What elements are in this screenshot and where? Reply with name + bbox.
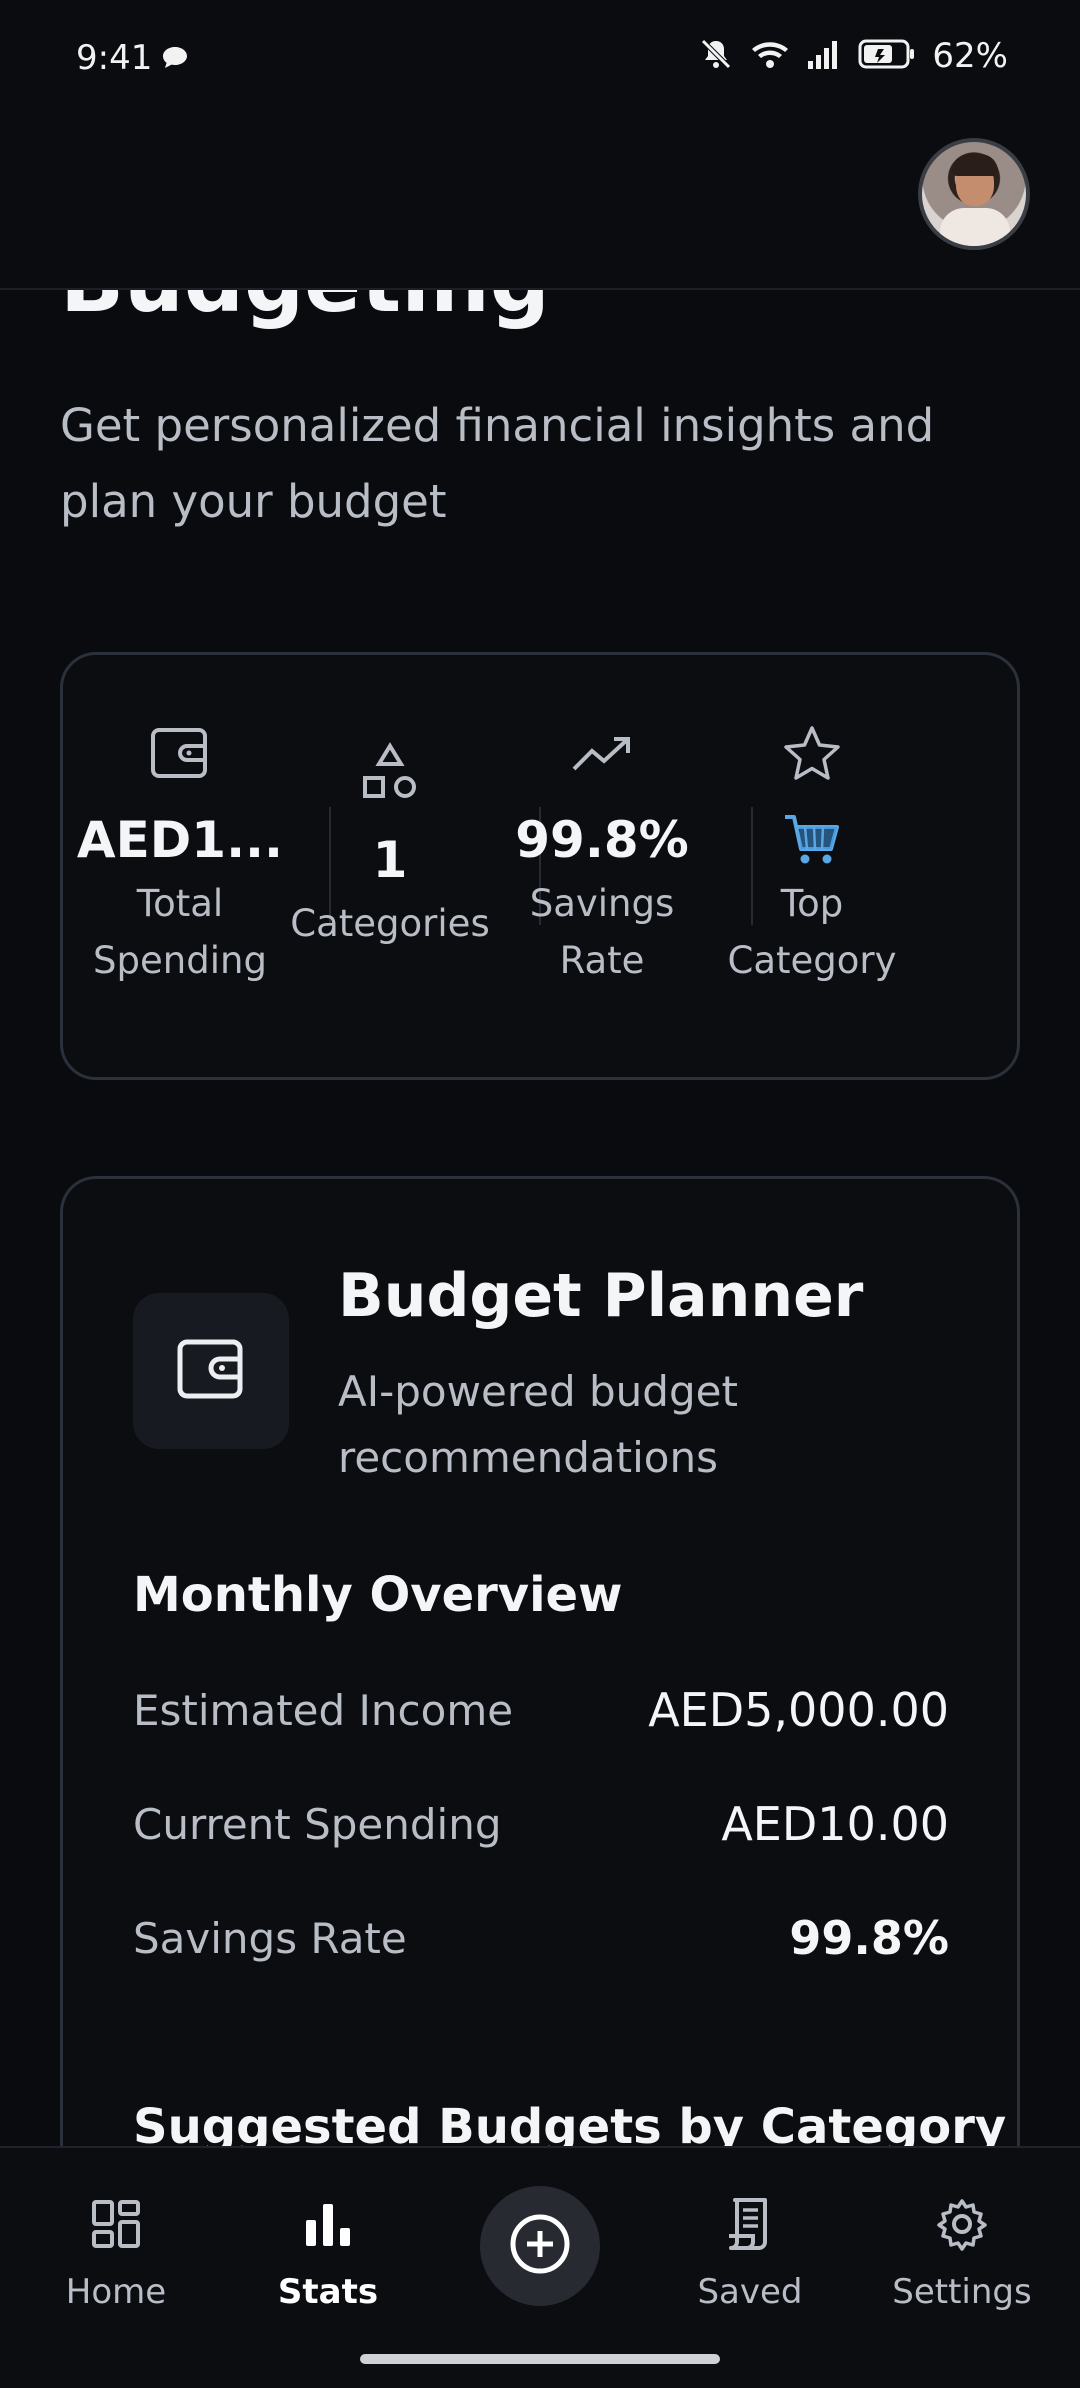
nav-home[interactable]: Home: [26, 2192, 206, 2312]
nav-saved[interactable]: Saved: [660, 2192, 840, 2312]
add-button[interactable]: [480, 2186, 600, 2306]
overview-label: Current Spending: [133, 1799, 502, 1849]
stat-value: 1: [372, 831, 408, 889]
nav-settings[interactable]: Settings: [872, 2192, 1052, 2312]
stat-value: 99.8%: [515, 811, 689, 869]
planner-icon-box: [133, 1293, 289, 1449]
signal-icon: [806, 39, 842, 73]
trending-up-icon: [497, 713, 707, 793]
stat-label: Categories: [290, 902, 490, 945]
stat-top-category: Top Category: [707, 713, 917, 989]
nav-label: Stats: [277, 2272, 379, 2312]
chat-notification-icon: [160, 44, 190, 76]
mute-icon: [698, 36, 734, 76]
shopping-cart-icon: [707, 805, 917, 875]
wallet-icon: [75, 713, 285, 793]
avatar-photo-shirt: [940, 208, 1010, 246]
overview-row-spending: Current Spending AED10.00: [133, 1797, 949, 1851]
wifi-icon: [750, 37, 790, 75]
stats-card: AED1... Total Spending 1 Categories 99.8…: [60, 652, 1020, 1080]
overview-value: 99.8%: [789, 1911, 949, 1965]
nav-stats[interactable]: Stats: [238, 2192, 418, 2312]
shapes-icon: [285, 733, 495, 813]
monthly-overview-title: Monthly Overview: [133, 1567, 623, 1623]
plus-circle-icon: [508, 2212, 572, 2280]
stat-label: Total Spending: [93, 882, 267, 982]
overview-label: Savings Rate: [133, 1913, 407, 1963]
page-subtitle: Get personalized financial insights and …: [60, 399, 935, 528]
wallet-icon: [175, 1335, 247, 1407]
app-header: [0, 120, 1080, 290]
dashboard-icon: [26, 2192, 206, 2256]
nav-label: Settings: [892, 2272, 1032, 2312]
planner-title: Budget Planner: [338, 1261, 864, 1331]
overview-row-income: Estimated Income AED5,000.00: [133, 1683, 949, 1737]
status-time: 9:41: [76, 38, 153, 78]
status-icons: 62%: [698, 36, 1008, 76]
stat-label: Savings Rate: [529, 882, 675, 982]
battery-percent: 62%: [932, 36, 1008, 76]
overview-row-savings: Savings Rate 99.8%: [133, 1911, 949, 1965]
gear-icon: [872, 2192, 1052, 2256]
budget-planner-card: Budget Planner AI-powered budget recomme…: [60, 1176, 1020, 2176]
nav-label: Home: [65, 2272, 167, 2312]
bottom-nav: Home Stats Saved Settings: [0, 2146, 1080, 2388]
status-bar: 9:41 62%: [0, 0, 1080, 120]
stat-value: AED1...: [76, 811, 284, 869]
stat-label: Top Category: [727, 882, 897, 982]
battery-icon: [858, 38, 916, 74]
stat-total-spending: AED1... Total Spending: [75, 713, 285, 989]
stat-savings-rate: 99.8% Savings Rate: [497, 713, 707, 989]
overview-value: AED10.00: [721, 1797, 949, 1851]
planner-subtitle: AI-powered budget recommendations: [338, 1367, 738, 1482]
home-indicator[interactable]: [360, 2354, 720, 2364]
overview-value: AED5,000.00: [648, 1683, 949, 1737]
receipt-icon: [660, 2192, 840, 2256]
stat-categories: 1 Categories: [285, 733, 495, 952]
nav-label: Saved: [697, 2272, 803, 2312]
avatar-photo-hair: [952, 154, 998, 176]
star-icon: [707, 713, 917, 793]
overview-label: Estimated Income: [133, 1685, 514, 1735]
bar-chart-icon: [238, 2192, 418, 2256]
avatar[interactable]: [918, 138, 1030, 250]
